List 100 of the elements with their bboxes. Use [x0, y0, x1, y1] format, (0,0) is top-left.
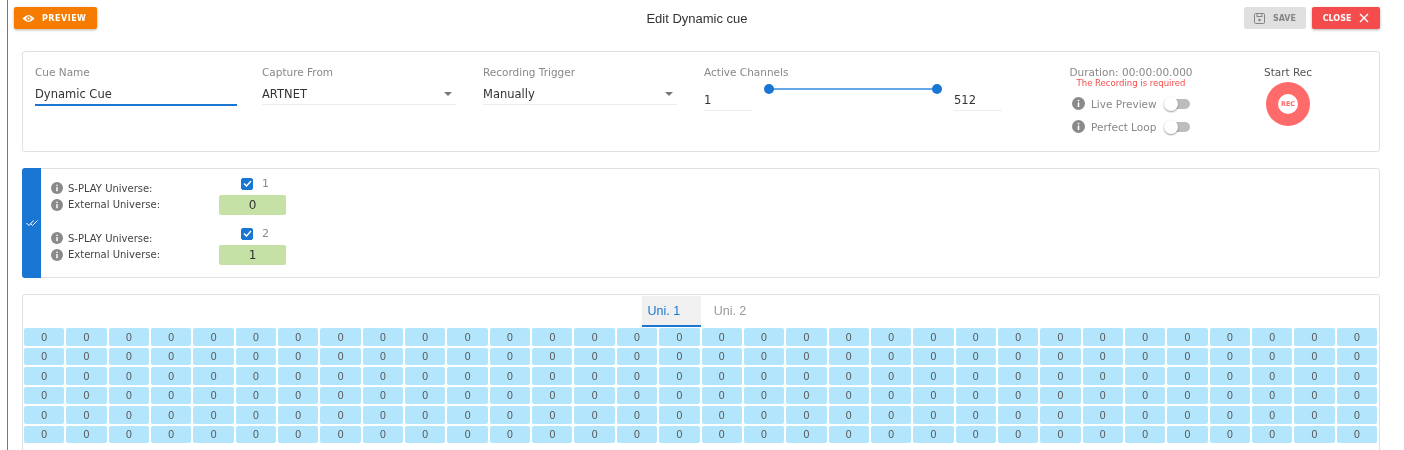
channel-value-cell: 0 [659, 347, 700, 365]
channel-value-cell: 0 [24, 328, 65, 346]
channel-value-cell: 0 [1040, 328, 1081, 346]
external-universe-field[interactable]: 0 [219, 194, 286, 215]
channel-value-cell: 0 [997, 347, 1039, 365]
channel-value-cell: 0 [913, 367, 954, 385]
channel-value-cell: 0 [1336, 425, 1377, 443]
close-button[interactable]: CLOSE [1312, 7, 1380, 29]
channel-value-cell: 0 [235, 406, 277, 424]
info-icon [51, 198, 63, 211]
channel-value-cell: 0 [151, 386, 192, 404]
toggle-switch[interactable] [1166, 98, 1190, 109]
channel-value-cell: 0 [743, 386, 785, 404]
channel-value-cell: 0 [108, 328, 150, 346]
toggle-label: Live Preview [1091, 97, 1157, 110]
channel-value-cell: 0 [913, 406, 954, 424]
channel-value-cell: 0 [405, 386, 446, 404]
channel-value-cell: 0 [1336, 328, 1377, 346]
channel-value-cell: 0 [1040, 347, 1081, 365]
channel-value-cell: 0 [108, 425, 150, 443]
channel-value-cell: 0 [489, 347, 531, 365]
info-icon [1072, 97, 1085, 110]
channel-value-cell: 0 [235, 347, 277, 365]
capture-from-select[interactable]: ARTNET [262, 84, 456, 105]
channel-value-cell: 0 [108, 367, 150, 385]
channel-value-cell: 0 [913, 328, 954, 346]
channel-value-cell: 0 [1082, 425, 1123, 443]
channel-value-cell: 0 [828, 406, 869, 424]
info-icon [51, 248, 63, 261]
channel-value-cell: 0 [870, 347, 912, 365]
channel-value-cell: 0 [320, 406, 361, 424]
channel-value-cell: 0 [532, 425, 573, 443]
channel-value-cell: 0 [193, 425, 234, 443]
channel-value-cell: 0 [66, 347, 107, 365]
channel-value-cell: 0 [362, 347, 404, 365]
channel-value-cell: 0 [489, 406, 531, 424]
channel-value-cell: 0 [701, 347, 742, 365]
channel-value-cell: 0 [278, 406, 319, 424]
channel-value-cell: 0 [24, 425, 65, 443]
close-icon [1359, 13, 1370, 23]
recording-trigger-select[interactable]: Manually [483, 84, 677, 105]
channel-value-cell: 0 [786, 386, 827, 404]
slider-thumb[interactable] [764, 84, 774, 94]
channel-value-cell: 0 [870, 367, 912, 385]
channel-value-cell: 0 [66, 386, 107, 404]
channel-value-cell: 0 [235, 328, 277, 346]
channel-value-cell: 0 [532, 367, 573, 385]
universe-checkbox[interactable] [241, 227, 253, 240]
channel-value-cell: 0 [362, 425, 404, 443]
channel-value-cell: 0 [532, 347, 573, 365]
channel-value-cell: 0 [1040, 367, 1081, 385]
channel-value-cell: 0 [1251, 425, 1293, 443]
channel-value-cell: 0 [1040, 386, 1081, 404]
universe-label: S-PLAY Universe: [68, 182, 153, 194]
channel-value-cell: 0 [659, 406, 700, 424]
channel-value-cell: 0 [193, 386, 234, 404]
channel-value-cell: 0 [743, 328, 785, 346]
external-universe-field[interactable]: 1 [219, 244, 286, 265]
info-icon [51, 182, 63, 194]
universe-checkbox[interactable] [241, 177, 253, 190]
universe-label: External Universe: [68, 199, 161, 210]
slider-thumb[interactable] [932, 84, 942, 94]
channel-value-cell: 0 [786, 406, 827, 424]
channel-value-cell: 0 [362, 367, 404, 385]
channel-value-cell: 0 [447, 328, 488, 346]
channel-value-cell: 0 [616, 386, 658, 404]
channel-value-cell: 0 [320, 347, 361, 365]
toggle-switch[interactable] [1166, 121, 1190, 132]
channel-value-cell: 0 [405, 367, 446, 385]
channel-value-cell: 0 [1082, 347, 1123, 365]
channel-value-cell: 0 [1040, 406, 1081, 424]
channel-value-cell: 0 [701, 386, 742, 404]
channel-value-cell: 0 [1294, 347, 1335, 365]
channel-value-cell: 0 [320, 425, 361, 443]
channel-value-cell: 0 [66, 328, 107, 346]
channel-value-cell: 0 [659, 328, 700, 346]
channel-value-cell: 0 [235, 386, 277, 404]
channel-value-cell: 0 [151, 425, 192, 443]
channel-value-cell: 0 [447, 406, 488, 424]
channel-value-cell: 0 [66, 406, 107, 424]
channel-value-cell: 0 [828, 347, 869, 365]
channel-value-cell: 0 [1209, 386, 1250, 404]
channel-value-cell: 0 [1167, 406, 1208, 424]
channel-value-cell: 0 [1209, 406, 1250, 424]
channel-value-cell: 0 [1167, 328, 1208, 346]
channel-value-cell: 0 [362, 406, 404, 424]
channel-value-cell: 0 [151, 367, 192, 385]
caret-icon [665, 92, 673, 96]
channel-value-cell: 0 [24, 386, 65, 404]
channel-value-cell: 0 [489, 425, 531, 443]
channel-value-cell: 0 [574, 386, 615, 404]
channel-value-cell: 0 [447, 347, 488, 365]
channel-value-cell: 0 [447, 367, 488, 385]
channel-value-cell: 0 [743, 406, 785, 424]
universe-tab[interactable]: Uni. 1 [641, 296, 701, 327]
channel-value-cell: 0 [701, 367, 742, 385]
start-rec-label: Start Rec [1264, 66, 1313, 78]
channel-value-cell: 0 [1209, 367, 1250, 385]
range-slider[interactable] [764, 84, 942, 94]
channel-value-cell: 0 [151, 328, 192, 346]
